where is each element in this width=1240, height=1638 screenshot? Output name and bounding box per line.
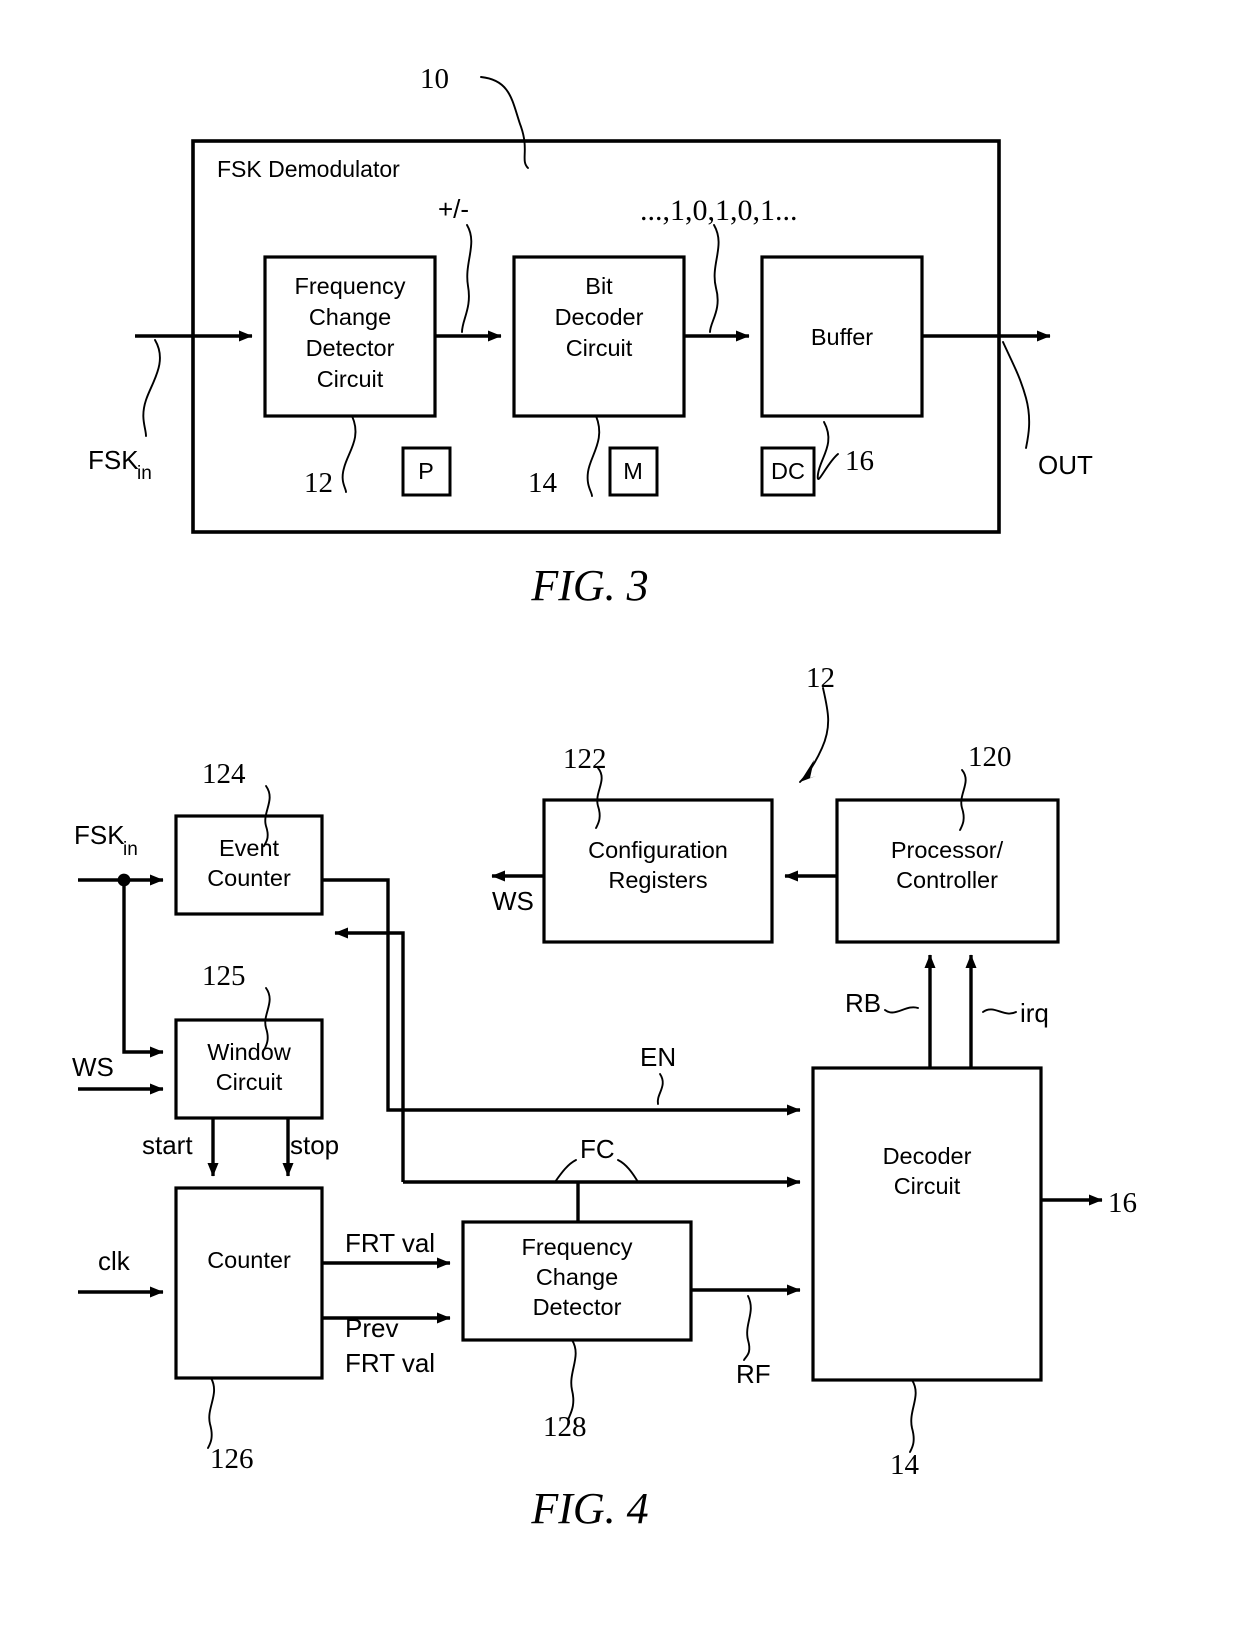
fig4-processor-label-line-1: Controller (896, 867, 998, 893)
fig4-ref-12-overall: 12 (806, 662, 835, 694)
fig4-ref-124: 124 (202, 758, 246, 790)
fig3-fcd-label-line-3: Circuit (317, 366, 384, 392)
fig4-caption: FIG. 4 (530, 1484, 648, 1533)
fig4-fcd-label-line-2: Detector (533, 1294, 622, 1320)
fig4-config-label-line-0: Configuration (588, 837, 728, 863)
fig4-signal-out-ref-16: 16 (1108, 1187, 1137, 1219)
fig3-ref-16: 16 (845, 445, 874, 477)
fig4-signal-ws-out: WS (492, 886, 534, 916)
fig4-fcd-label-line-1: Change (536, 1264, 618, 1290)
fig4-en-lead (656, 1073, 664, 1105)
fig4-config-label-line-1: Registers (608, 867, 707, 893)
fig4-decoder-label-line-1: Circuit (894, 1173, 961, 1199)
fig3-signal-fsk-in-base: FSK (88, 445, 139, 475)
fig3-buffer-label: Buffer (811, 324, 873, 350)
patent-figure-page: 10 FSK Demodulator Frequency Change Dete… (0, 0, 1240, 1638)
fig4-signal-irq: irq (1020, 998, 1049, 1028)
fig4-ref128-lead (567, 1339, 577, 1421)
fig4-signal-fsk-in-base: FSK (74, 820, 125, 850)
fig4-ref126-lead (207, 1377, 216, 1449)
fig3-ref-10: 10 (420, 63, 449, 95)
fig4-signal-prev-frt-val-line-1: FRT val (345, 1348, 435, 1378)
fig4-ref12-lead (799, 687, 830, 783)
fig4-block-decoder-circuit (811, 1066, 1043, 1382)
fig4-event-counter-label-line-1: Counter (207, 865, 291, 891)
fig4-ref-14: 14 (890, 1449, 920, 1481)
fig3-ref-14: 14 (528, 467, 558, 499)
fig4-rf-lead (743, 1295, 752, 1361)
fig3-signal-bitstream: ...,1,0,1,0,1... (640, 194, 798, 227)
fig4-signal-frt-val: FRT val (345, 1228, 435, 1258)
fig4-window-circuit-label-line-0: Window (207, 1039, 292, 1065)
fig3-outer-title: FSK Demodulator (217, 156, 400, 182)
fig4-decoder-label-line-0: Decoder (883, 1143, 972, 1169)
fig3-signal-plus-minus: +/- (438, 194, 469, 224)
fig4-block-counter (174, 1186, 324, 1380)
figure-vector-layer: 10 FSK Demodulator Frequency Change Dete… (72, 63, 1137, 1533)
fig4-signal-ws-in: WS (72, 1052, 114, 1082)
fig4-wire-feedback-to-event-counter (334, 927, 405, 1182)
fig3-tag-m-label: M (623, 458, 643, 484)
fig3-fcd-label-line-1: Change (309, 304, 391, 330)
fig4-ref-125: 125 (202, 960, 246, 992)
fig4-signal-stop: stop (290, 1130, 339, 1160)
fig4-signal-prev-frt-val-line-0: Prev (345, 1313, 398, 1343)
fig4-ref-122: 122 (563, 743, 607, 775)
fig4-rb-lead (884, 1006, 919, 1014)
fig4-ref-126: 126 (210, 1443, 254, 1475)
fig4-irq-lead (982, 1008, 1017, 1015)
fig4-signal-clk: clk (98, 1246, 131, 1276)
fig3-bitdec-label-line-2: Circuit (566, 335, 633, 361)
fig3-fcd-label-line-0: Frequency (294, 273, 405, 299)
fig4-fc-lead-left (554, 1159, 577, 1183)
fig4-fc-lead-right (617, 1159, 639, 1183)
fig4-counter-label: Counter (207, 1247, 291, 1273)
fig3-signal-out: OUT (1038, 450, 1093, 480)
fig3-out-lead (1002, 341, 1031, 449)
fig3-bitdec-label-line-0: Bit (585, 273, 613, 299)
fig4-signal-rf: RF (736, 1359, 771, 1389)
fig3-ref-12: 12 (304, 467, 333, 499)
fig4-fcd-label-line-0: Frequency (521, 1234, 632, 1260)
fig4-signal-fc: FC (580, 1134, 615, 1164)
fig4-ref-120: 120 (968, 741, 1012, 773)
fig4-ref14-lead (909, 1379, 917, 1453)
fig3-fskin-lead (142, 339, 161, 437)
fig3-caption: FIG. 3 (530, 561, 648, 610)
fig3-signal-fsk-in-sub: in (137, 463, 152, 484)
fig4-window-circuit-label-line-1: Circuit (216, 1069, 283, 1095)
fig4-signal-rb: RB (845, 988, 881, 1018)
fig4-wire-fsk-to-window (122, 880, 164, 1058)
fig3-tag-dc-label: DC (771, 458, 805, 484)
fig3-bitdec-label-line-1: Decoder (555, 304, 644, 330)
fig4-processor-label-line-0: Processor/ (891, 837, 1004, 863)
fig4-signal-fsk-in-sub: in (123, 839, 138, 860)
fig3-tag-p-label: P (418, 458, 434, 484)
fig4-signal-en: EN (640, 1042, 676, 1072)
fig3-fcd-label-line-2: Detector (306, 335, 395, 361)
fig4-signal-start: start (142, 1130, 193, 1160)
fig4-event-counter-label-line-0: Event (219, 835, 280, 861)
fig4-ref-128: 128 (543, 1411, 587, 1443)
